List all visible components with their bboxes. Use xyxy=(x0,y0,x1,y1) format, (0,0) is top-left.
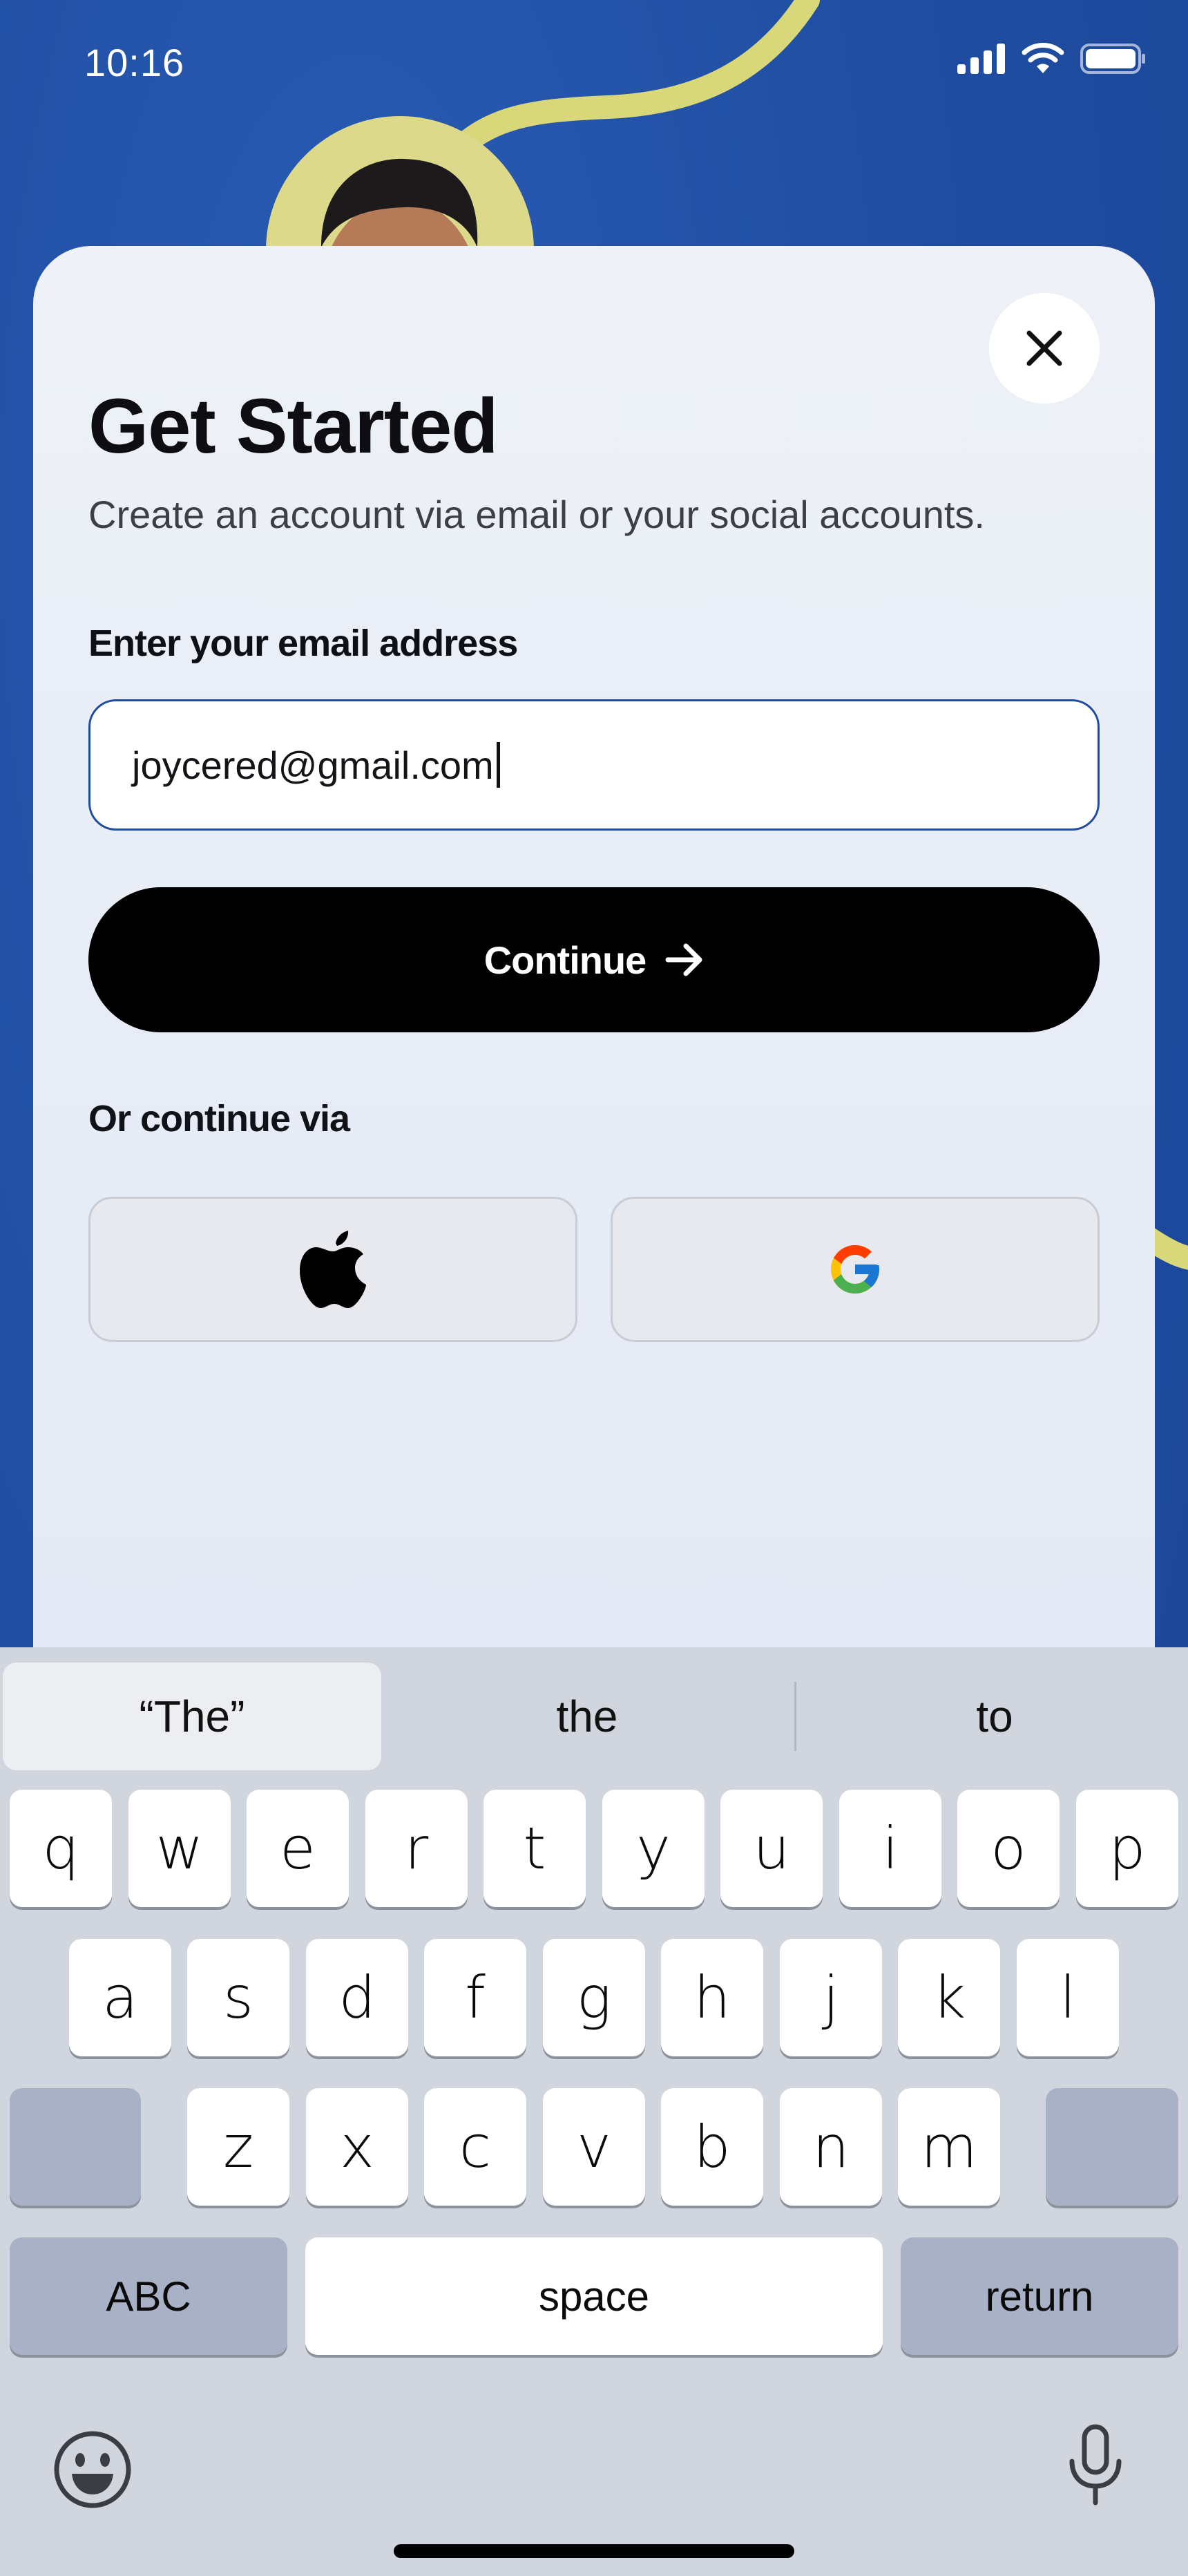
apple-icon xyxy=(300,1231,366,1308)
key[interactable]: l xyxy=(1017,1939,1119,2056)
key[interactable]: z xyxy=(187,2088,289,2206)
email-field-value: joycered@gmail.com xyxy=(132,743,494,787)
status-bar: 10:16 xyxy=(0,0,1188,124)
key[interactable]: s xyxy=(187,1939,289,2056)
text-caret xyxy=(496,742,500,788)
suggestion-item[interactable]: “The” xyxy=(3,1663,381,1770)
close-icon xyxy=(1026,330,1062,366)
key[interactable]: n xyxy=(780,2088,882,2206)
social-login-label: Or continue via xyxy=(88,1098,350,1139)
key[interactable]: g xyxy=(543,1939,645,2056)
abc-key[interactable]: ABC xyxy=(10,2237,287,2355)
key[interactable]: d xyxy=(306,1939,408,2056)
page-subtitle: Create an account via email or your soci… xyxy=(88,493,985,536)
wifi-icon xyxy=(1022,43,1064,73)
keyboard: “The” the to q w e r t y u i o p a s d f… xyxy=(0,1647,1188,2576)
key[interactable]: q xyxy=(10,1790,112,1907)
continue-button-label: Continue xyxy=(483,938,647,982)
return-key[interactable]: return xyxy=(901,2237,1178,2355)
screen: 10:16 Get Started Create an account via … xyxy=(0,0,1188,2576)
google-icon xyxy=(831,1245,879,1294)
key[interactable]: y xyxy=(602,1790,705,1907)
key[interactable]: v xyxy=(543,2088,645,2206)
microphone-icon[interactable] xyxy=(1066,2424,1124,2507)
key[interactable]: u xyxy=(720,1790,823,1907)
key[interactable]: m xyxy=(898,2088,1000,2206)
key[interactable]: o xyxy=(957,1790,1060,1907)
home-indicator xyxy=(394,2544,794,2558)
email-field[interactable]: joycered@gmail.com xyxy=(88,699,1100,831)
close-button[interactable] xyxy=(989,293,1100,404)
battery-icon xyxy=(1080,44,1145,74)
delete-key[interactable] xyxy=(1046,2088,1178,2206)
apple-login-button[interactable] xyxy=(88,1197,577,1342)
key[interactable]: r xyxy=(365,1790,468,1907)
key[interactable]: h xyxy=(661,1939,763,2056)
arrow-right-icon xyxy=(665,943,702,976)
key[interactable]: j xyxy=(780,1939,882,2056)
suggestion-item[interactable]: to xyxy=(794,1663,1188,1770)
page-title: Get Started xyxy=(88,383,499,469)
key[interactable]: k xyxy=(898,1939,1000,2056)
space-key[interactable]: space xyxy=(305,2237,883,2355)
emoji-icon[interactable] xyxy=(51,2428,134,2511)
key[interactable]: c xyxy=(424,2088,526,2206)
google-login-button[interactable] xyxy=(611,1197,1100,1342)
shift-key[interactable] xyxy=(10,2088,141,2206)
status-icons xyxy=(957,43,1147,75)
continue-button[interactable]: Continue xyxy=(88,887,1100,1032)
key[interactable]: w xyxy=(128,1790,231,1907)
key[interactable]: i xyxy=(839,1790,941,1907)
status-time: 10:16 xyxy=(84,41,185,84)
suggestion-item[interactable]: the xyxy=(387,1663,787,1770)
suggestion-bar: “The” the to xyxy=(0,1647,1188,1786)
key[interactable]: a xyxy=(69,1939,171,2056)
key[interactable]: x xyxy=(306,2088,408,2206)
key[interactable]: p xyxy=(1076,1790,1178,1907)
key[interactable]: b xyxy=(661,2088,763,2206)
key[interactable]: t xyxy=(483,1790,586,1907)
signal-icon xyxy=(957,44,1005,74)
key[interactable]: f xyxy=(424,1939,526,2056)
email-field-label: Enter your email address xyxy=(88,623,518,664)
key[interactable]: e xyxy=(247,1790,349,1907)
